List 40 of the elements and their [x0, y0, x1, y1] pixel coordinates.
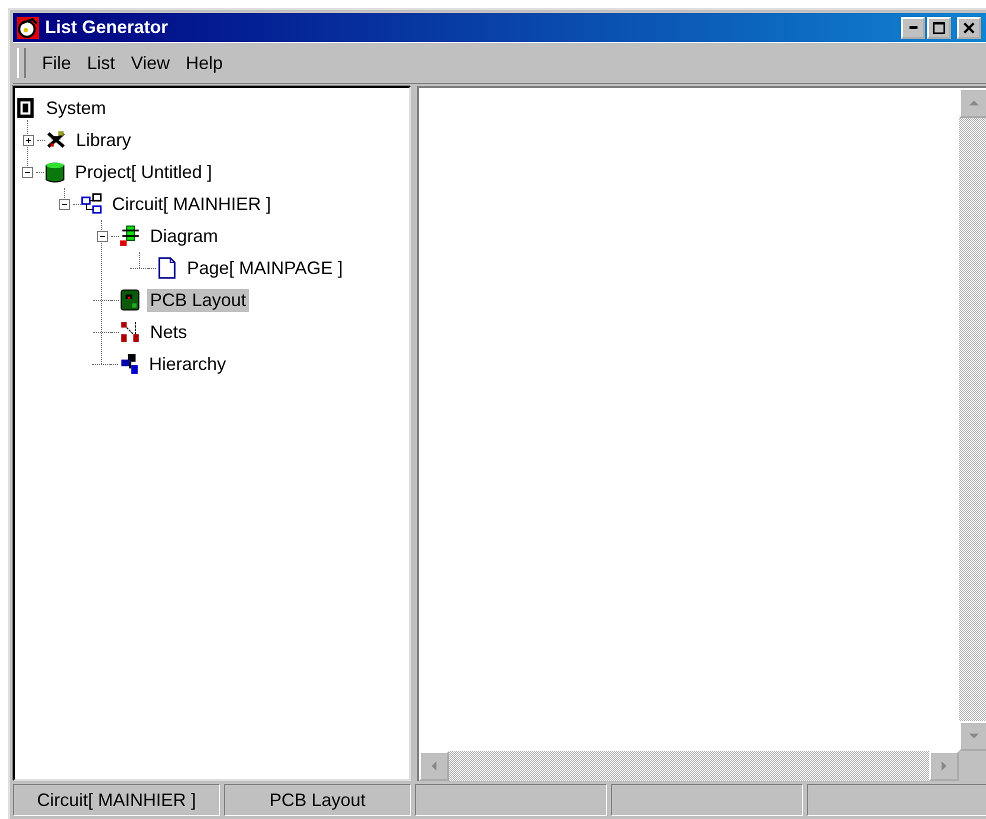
tree-item[interactable]: Diagram: [147, 224, 222, 248]
page-icon: [156, 257, 178, 279]
tree-item[interactable]: Page[ MAINPAGE ]: [184, 256, 346, 280]
scroll-right-button[interactable]: [929, 751, 959, 781]
maximize-button[interactable]: [927, 16, 951, 38]
cylinder-icon: [44, 161, 66, 183]
collapse-icon[interactable]: [96, 230, 108, 242]
tree-item[interactable]: System: [43, 96, 110, 120]
tree-item[interactable]: Nets: [147, 320, 190, 344]
maximize-icon: [932, 20, 946, 34]
tree-item[interactable]: Hierarchy: [146, 352, 230, 376]
board-icon: [119, 289, 141, 311]
minimize-button[interactable]: [901, 16, 925, 38]
menu-item[interactable]: List: [85, 52, 118, 74]
status-panel: Circuit[ MAINHIER ]: [13, 784, 220, 816]
tree-item[interactable]: Circuit[ MAINHIER ]: [109, 192, 274, 216]
app-icon: [17, 16, 39, 38]
menu-item[interactable]: Help: [184, 52, 225, 74]
collapse-icon[interactable]: [22, 166, 32, 178]
tree-item[interactable]: PCB Layout: [147, 288, 250, 312]
nets-icon: [119, 321, 141, 343]
scroll-down-button[interactable]: [959, 721, 986, 751]
tree-item[interactable]: Project[ Untitled ]: [72, 160, 216, 184]
collapse-icon[interactable]: [58, 198, 70, 210]
tree-item[interactable]: Library: [73, 128, 134, 152]
menu-item[interactable]: View: [129, 52, 172, 74]
vertical-scrollbar[interactable]: [959, 88, 986, 751]
component-icon: [119, 225, 141, 247]
close-icon: [962, 20, 976, 34]
horizontal-scrollbar[interactable]: [419, 751, 959, 781]
window-title: List Generator: [45, 17, 168, 38]
menu-item[interactable]: File: [40, 52, 74, 74]
expand-icon[interactable]: [22, 134, 34, 146]
toolbar-grip[interactable]: [17, 48, 26, 78]
scroll-left-button[interactable]: [419, 751, 449, 781]
scroll-up-button[interactable]: [959, 88, 986, 118]
minimize-icon: [908, 26, 918, 29]
status-panel: PCB Layout: [224, 784, 411, 816]
close-button[interactable]: [957, 16, 981, 38]
blocks-icon: [81, 193, 103, 215]
